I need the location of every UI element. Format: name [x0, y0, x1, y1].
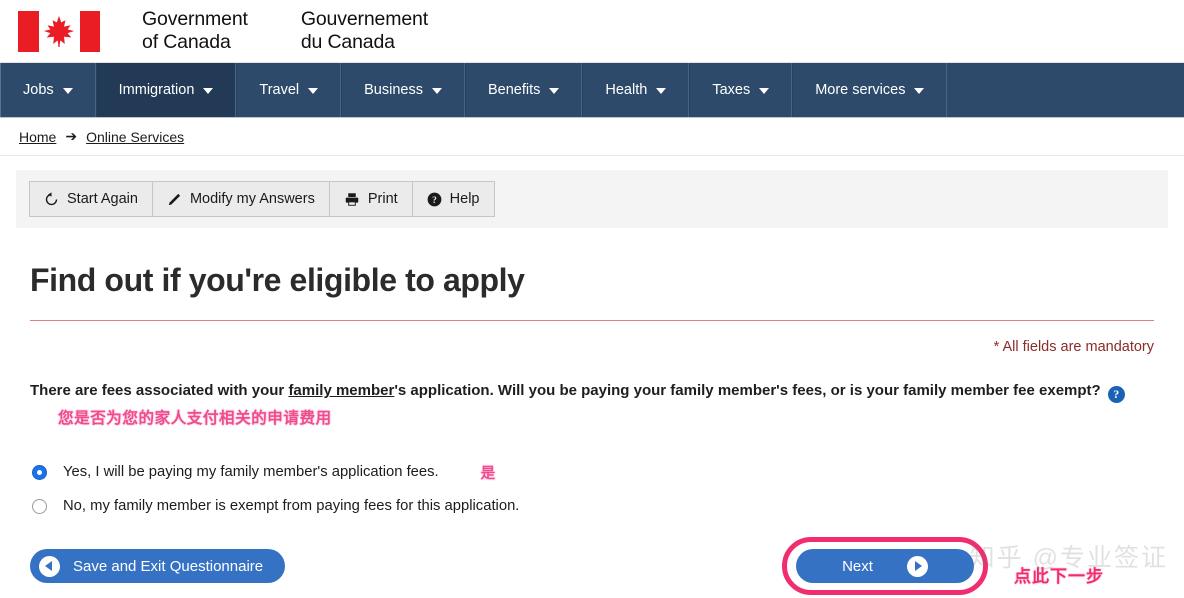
annotation-next-cn: 点此下一步 [1014, 567, 1104, 586]
nav-item-health[interactable]: Health [582, 63, 690, 117]
nav-item-label: Business [364, 82, 423, 98]
arrow-right-circle-icon [906, 555, 928, 577]
arrow-left-circle-icon [39, 555, 60, 577]
chevron-down-icon [759, 88, 770, 94]
next-label: Next [842, 557, 873, 575]
form-footer: Save and Exit Questionnaire Next 点此下一步 [30, 537, 1154, 595]
help-label: Help [449, 191, 480, 207]
arrow-right-icon: ➔ [65, 128, 78, 144]
next-button[interactable]: Next [796, 549, 974, 583]
svg-text:?: ? [432, 195, 437, 205]
modify-answers-button[interactable]: Modify my Answers [151, 181, 329, 217]
radio-no-label[interactable]: No, my family member is exempt from payi… [63, 498, 519, 514]
chevron-down-icon [656, 88, 667, 94]
site-header: Government of Canada Gouvernement du Can… [0, 0, 1184, 63]
main-content: Find out if you're eligible to apply * A… [0, 262, 1184, 595]
question-text: There are fees associated with your fami… [30, 377, 1154, 433]
annotation-yes-cn: 是 [480, 465, 496, 482]
help-button[interactable]: ? Help [411, 181, 495, 217]
breadcrumb-home-link[interactable]: Home [19, 129, 56, 145]
action-toolbar: Start Again Modify my Answers Print ? He… [16, 170, 1168, 228]
page-title: Find out if you're eligible to apply [30, 262, 525, 298]
main-navigation: Jobs Immigration Travel Business Benefit… [0, 63, 1184, 118]
radio-no[interactable] [32, 498, 47, 514]
nav-item-label: Health [605, 82, 648, 98]
save-and-exit-label: Save and Exit Questionnaire [73, 557, 264, 575]
title-french: Gouvernement du Canada [301, 8, 428, 54]
question-mark-icon: ? [427, 192, 442, 207]
mandatory-fields-note: * All fields are mandatory [993, 339, 1154, 355]
title-english-line1: Government [142, 8, 248, 30]
next-button-wrapper: Next 点此下一步 [782, 537, 1103, 595]
title-english: Government of Canada [142, 8, 248, 54]
radio-group-fee-payment: Yes, I will be paying my family member's… [30, 455, 1154, 523]
start-again-button[interactable]: Start Again [29, 181, 152, 217]
nav-item-label: Immigration [118, 82, 195, 98]
radio-yes-label[interactable]: Yes, I will be paying my family member's… [63, 464, 439, 480]
chevron-down-icon [914, 88, 925, 94]
family-member-link[interactable]: family member [288, 382, 394, 399]
save-and-exit-button[interactable]: Save and Exit Questionnaire [30, 549, 286, 583]
start-again-label: Start Again [67, 191, 138, 207]
modify-answers-label: Modify my Answers [189, 191, 315, 207]
nav-item-jobs[interactable]: Jobs [0, 63, 96, 117]
nav-item-immigration[interactable]: Immigration [95, 63, 237, 117]
title-english-line2: of Canada [142, 31, 231, 53]
question-help-icon[interactable]: ? [1107, 385, 1125, 403]
breadcrumb: Home ➔ Online Services [0, 118, 1184, 156]
nav-item-label: Jobs [23, 82, 54, 98]
nav-item-taxes[interactable]: Taxes [689, 63, 793, 117]
nav-item-benefits[interactable]: Benefits [464, 63, 583, 117]
question-part2: 's application. Will you be paying your … [394, 382, 1101, 399]
chevron-down-icon [62, 88, 73, 94]
question-part1: There are fees associated with your [30, 382, 289, 399]
title-french-line2: du Canada [300, 31, 395, 53]
print-label: Print [367, 191, 398, 207]
chevron-down-icon [203, 88, 214, 94]
breadcrumb-online-services-link[interactable]: Online Services [86, 129, 184, 145]
nav-item-business[interactable]: Business [341, 63, 465, 117]
print-button[interactable]: Print [328, 181, 412, 217]
annotation-question-cn: 您是否为您的家人支付相关的申请费用 [58, 410, 332, 427]
nav-item-more-services[interactable]: More services [792, 63, 948, 117]
refresh-icon [44, 191, 59, 207]
canada-flag-icon [18, 10, 100, 52]
chevron-down-icon [431, 88, 442, 94]
printer-icon [344, 192, 360, 207]
nav-item-travel[interactable]: Travel [236, 63, 342, 117]
nav-item-label: Benefits [487, 82, 541, 98]
nav-item-label: More services [815, 82, 906, 98]
pencil-icon [167, 192, 182, 207]
title-french-line1: Gouvernement [300, 8, 429, 30]
title-divider [30, 320, 1154, 321]
chevron-down-icon [549, 88, 560, 94]
option-row-yes[interactable]: Yes, I will be paying my family member's… [30, 455, 1154, 489]
chevron-down-icon [308, 88, 319, 94]
radio-yes[interactable] [32, 464, 47, 480]
nav-item-label: Taxes [712, 82, 751, 98]
option-row-no[interactable]: No, my family member is exempt from payi… [30, 489, 1154, 523]
toolbar-button-group: Start Again Modify my Answers Print ? He… [29, 181, 495, 217]
nav-item-label: Travel [259, 82, 300, 98]
